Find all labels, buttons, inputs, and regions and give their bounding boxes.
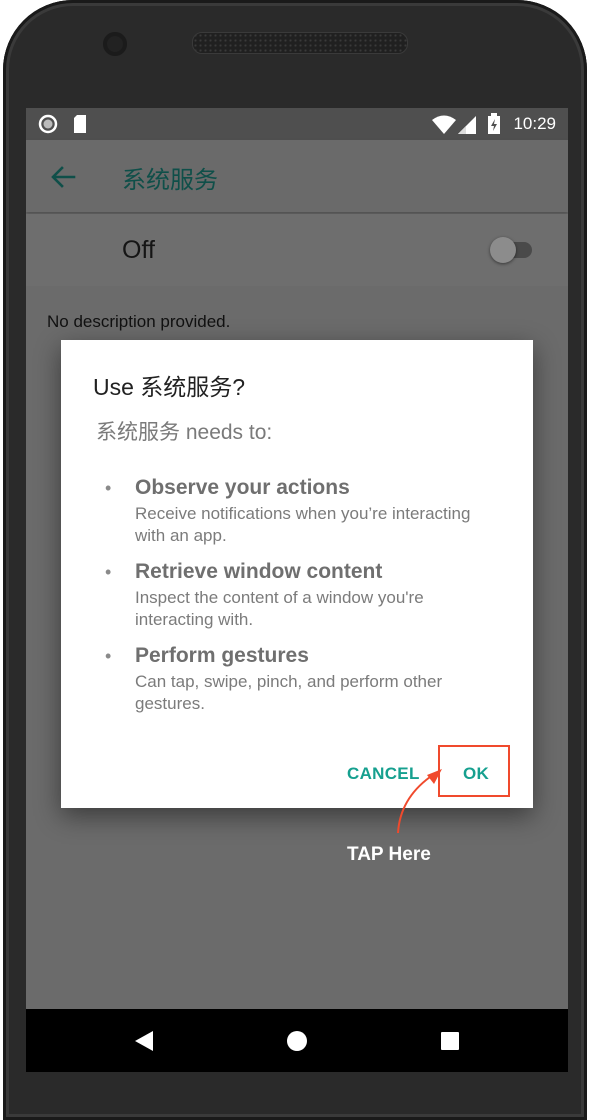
permission-title: Perform gestures bbox=[135, 644, 309, 667]
annotation-label: TAP Here bbox=[347, 844, 431, 865]
navigation-bar bbox=[26, 1009, 568, 1072]
arrow-back-icon[interactable] bbox=[50, 164, 76, 190]
permission-dialog: Use 系统服务? 系统服务 needs to: • Observe your … bbox=[61, 340, 533, 808]
cell-signal-icon bbox=[458, 116, 476, 134]
dialog-subtitle: 系统服务 needs to: bbox=[96, 421, 273, 444]
service-toggle-switch[interactable] bbox=[490, 237, 532, 263]
page-title: 系统服务 bbox=[122, 167, 218, 194]
service-toggle-row[interactable]: Off bbox=[26, 214, 568, 286]
back-triangle-icon[interactable] bbox=[134, 1030, 154, 1052]
recents-square-icon[interactable] bbox=[440, 1031, 460, 1051]
permission-title: Observe your actions bbox=[135, 476, 350, 499]
permission-description: Receive notifications when you’re intera… bbox=[135, 504, 471, 545]
front-camera bbox=[103, 32, 127, 56]
wifi-icon bbox=[432, 115, 456, 134]
bullet-icon: • bbox=[105, 646, 112, 666]
permission-description: Inspect the content of a window you're i… bbox=[135, 588, 424, 629]
status-bar: 10:29 bbox=[26, 108, 568, 140]
home-circle-icon[interactable] bbox=[286, 1030, 308, 1052]
permission-description: Can tap, swipe, pinch, and perform other… bbox=[135, 672, 443, 713]
status-time: 10:29 bbox=[513, 114, 556, 133]
battery-charging-icon bbox=[488, 113, 500, 134]
dialog-title: Use 系统服务? bbox=[93, 374, 246, 400]
annotation-arrow-icon bbox=[397, 769, 442, 834]
service-description: No description provided. bbox=[47, 312, 231, 331]
permission-title: Retrieve window content bbox=[135, 560, 383, 583]
bullet-icon: • bbox=[105, 478, 112, 498]
toggle-thumb bbox=[490, 237, 516, 263]
bullet-icon: • bbox=[105, 562, 112, 582]
sd-card-icon bbox=[74, 115, 86, 133]
toggle-state-label: Off bbox=[122, 236, 155, 264]
circle-notification-icon bbox=[38, 114, 58, 134]
screen: 10:29 系统服务 Off No description provided. … bbox=[26, 108, 568, 1072]
earpiece-speaker bbox=[192, 32, 408, 54]
app-bar: 系统服务 bbox=[26, 140, 568, 212]
